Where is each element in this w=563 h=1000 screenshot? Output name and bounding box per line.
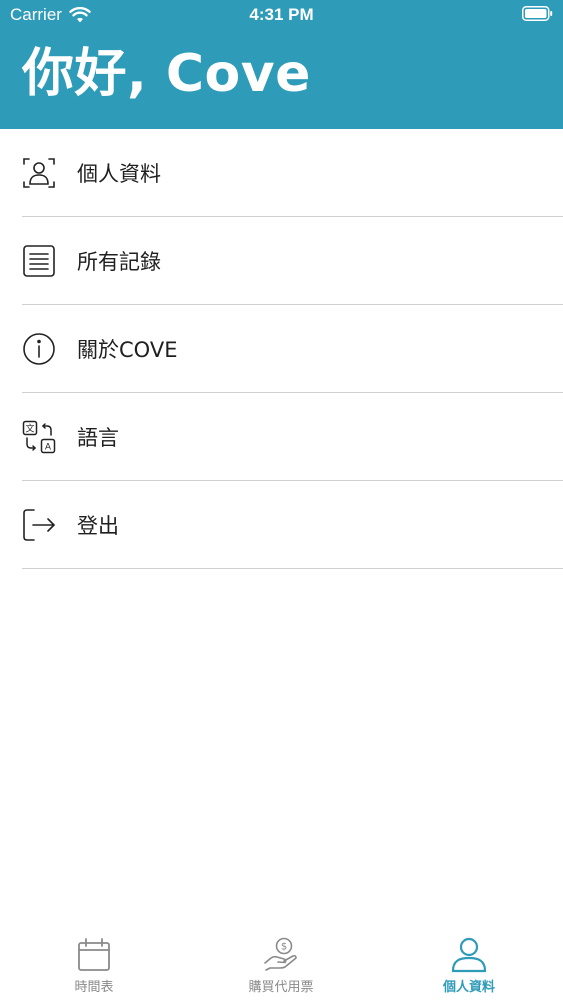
- svg-text:文: 文: [25, 423, 34, 435]
- tab-schedule[interactable]: 時間表: [0, 936, 188, 996]
- tab-label-schedule: 時間表: [74, 980, 114, 995]
- tab-buy-tokens[interactable]: $ 購買代用票: [187, 936, 375, 996]
- profile-scan-icon: [22, 156, 56, 190]
- svg-text:$: $: [281, 942, 287, 953]
- menu-label-logout: 登出: [77, 514, 119, 538]
- coin-hand-icon: $: [262, 936, 300, 974]
- menu-label-profile: 個人資料: [77, 162, 161, 186]
- menu-label-all-records: 所有記錄: [77, 250, 161, 274]
- menu-item-about[interactable]: 關於COVE: [0, 305, 563, 393]
- document-list-icon: [22, 244, 56, 278]
- battery-icon: [522, 6, 553, 21]
- status-bar: Carrier 4:31 PM: [0, 0, 563, 30]
- menu-item-language[interactable]: 文 A 語言: [0, 393, 563, 481]
- tab-profile[interactable]: 個人資料: [375, 936, 563, 996]
- tab-label-buy-tokens: 購買代用票: [248, 980, 314, 995]
- tab-bar: 時間表 $ 購買代用票 個人資料: [0, 932, 563, 1000]
- menu-item-profile[interactable]: 個人資料: [0, 129, 563, 217]
- tab-label-profile: 個人資料: [442, 980, 495, 995]
- settings-menu: 個人資料 所有記錄 關於COVE 文 A 語言 登出: [0, 129, 563, 569]
- menu-label-language: 語言: [77, 426, 119, 450]
- calendar-icon: [75, 936, 113, 974]
- status-time: 4:31 PM: [249, 5, 314, 24]
- logout-icon: [22, 508, 56, 542]
- header: Carrier 4:31 PM 你好, Cove: [0, 0, 563, 129]
- menu-item-all-records[interactable]: 所有記錄: [0, 217, 563, 305]
- menu-item-logout[interactable]: 登出: [0, 481, 563, 569]
- person-icon: [450, 936, 488, 974]
- svg-text:A: A: [45, 443, 52, 453]
- info-icon: [22, 332, 56, 366]
- profile-screen: Carrier 4:31 PM 你好, Cove 個人資料 所有記錄 關於COV…: [0, 0, 563, 1000]
- greeting-title: 你好, Cove: [22, 44, 311, 104]
- language-translate-icon: 文 A: [22, 420, 56, 454]
- menu-label-about: 關於COVE: [77, 338, 178, 362]
